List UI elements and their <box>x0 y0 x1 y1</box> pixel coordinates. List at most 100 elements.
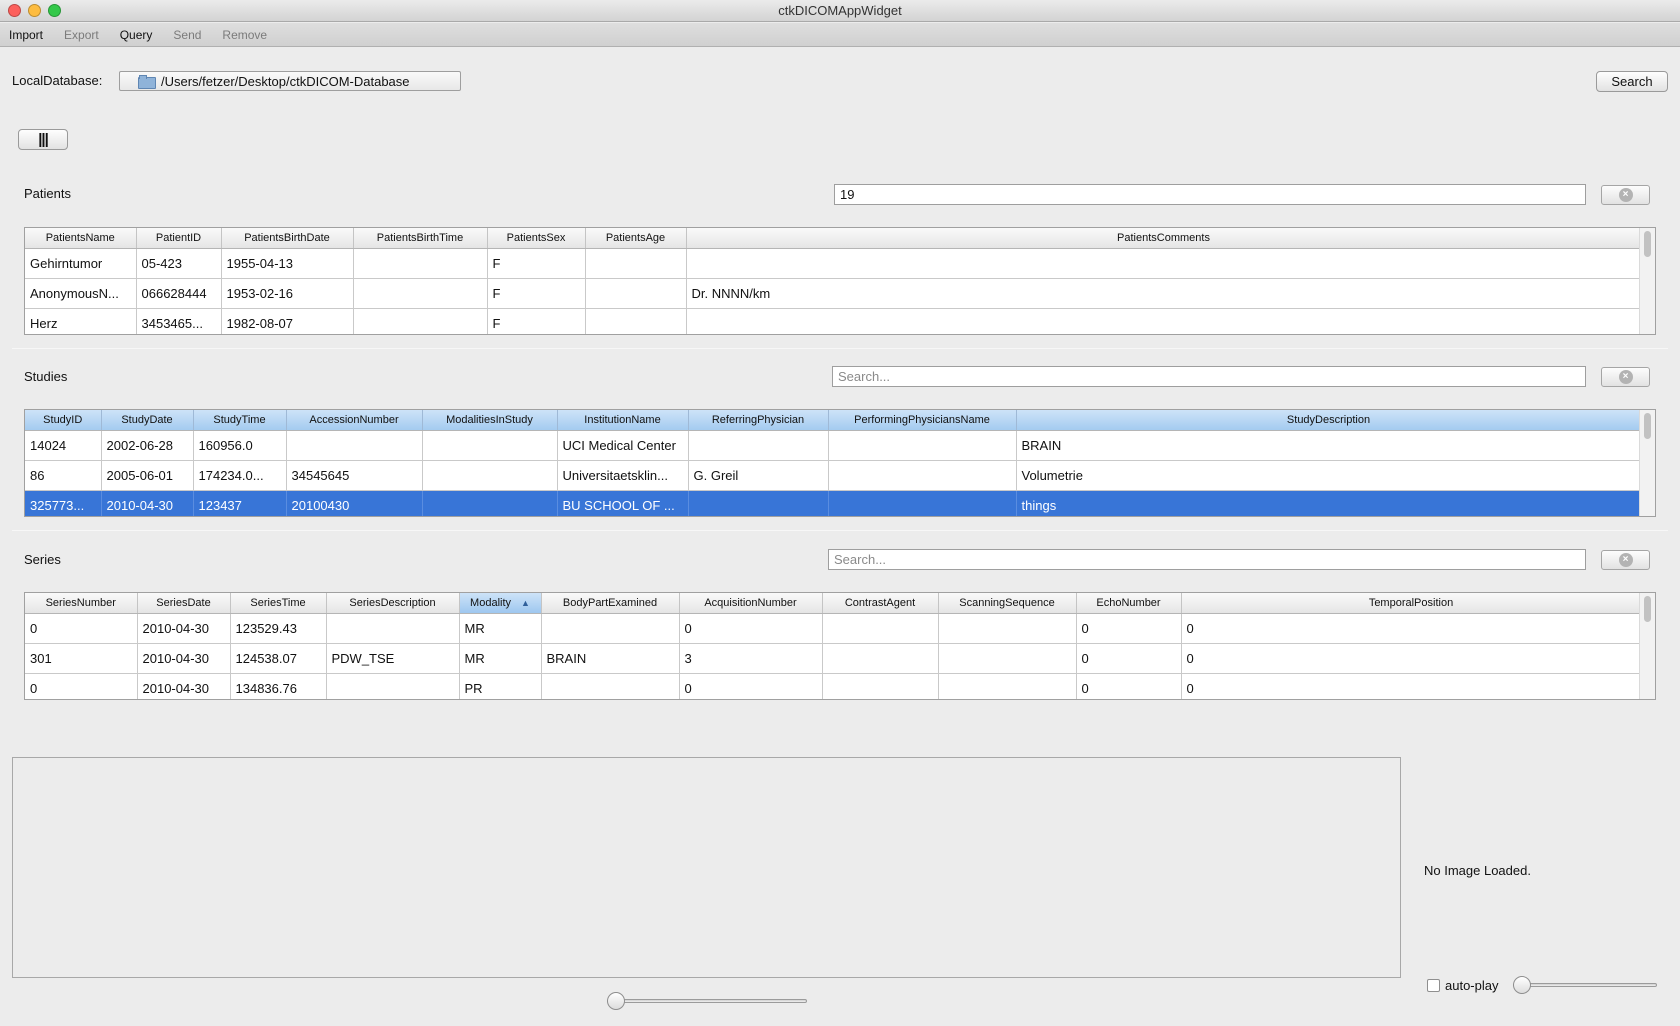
table-cell <box>541 673 680 699</box>
patients-column-header[interactable]: PatientsName <box>25 228 137 249</box>
patients-column-header[interactable]: PatientsBirthDate <box>221 228 354 249</box>
table-cell: 124538.07 <box>230 643 327 674</box>
series-column-header[interactable]: SeriesNumber <box>25 593 138 614</box>
autoplay-checkbox[interactable] <box>1427 979 1440 992</box>
studies-search-input[interactable] <box>832 366 1586 387</box>
close-window-icon[interactable] <box>8 4 21 17</box>
minimize-window-icon[interactable] <box>28 4 41 17</box>
table-cell <box>828 430 1017 461</box>
maximize-window-icon[interactable] <box>48 4 61 17</box>
series-column-header[interactable]: ContrastAgent <box>822 593 939 614</box>
studies-column-header[interactable]: StudyDescription <box>1016 410 1642 431</box>
query-button[interactable]: Query <box>120 28 153 42</box>
database-directory-button[interactable]: /Users/fetzer/Desktop/ctkDICOM-Database <box>119 71 461 91</box>
patients-column-header[interactable]: PatientsAge <box>585 228 687 249</box>
patients-table[interactable]: PatientsName PatientID PatientsBirthDate Pa… <box>24 227 1656 335</box>
patients-header-row: PatientsName PatientID PatientsBirthDate Pa… <box>25 228 1642 249</box>
series-table-row[interactable]: 301 2010-04-30 124538.07 PDW_TSE MR BRAIN 3 0 0 <box>25 643 1642 674</box>
scroll-thumb[interactable] <box>1644 413 1651 439</box>
studies-clear-button[interactable]: × <box>1601 367 1650 387</box>
studies-column-header[interactable]: StudyTime <box>193 410 287 431</box>
table-cell: 301 <box>25 643 138 674</box>
table-cell: 0 <box>679 613 823 644</box>
studies-column-header[interactable]: StudyDate <box>101 410 194 431</box>
frame-slider[interactable] <box>607 999 807 1003</box>
search-button[interactable]: Search <box>1596 71 1668 92</box>
studies-column-header[interactable]: PerformingPhysiciansName <box>828 410 1017 431</box>
series-column-header[interactable]: TemporalPosition <box>1181 593 1642 614</box>
image-viewer[interactable] <box>12 757 1401 978</box>
column-header-label: PatientsSex <box>506 231 566 244</box>
table-cell: BU SCHOOL OF ... <box>557 490 689 516</box>
table-cell: Gehirntumor <box>25 248 137 279</box>
studies-table[interactable]: StudyID StudyDate StudyTime AccessionNumber… <box>24 409 1656 517</box>
table-cell <box>585 308 687 334</box>
studies-scrollbar[interactable] <box>1639 410 1655 516</box>
patients-table-row[interactable]: AnonymousN... 066628444 1953-02-16 F Dr. NNN… <box>25 278 1642 309</box>
patients-clear-button[interactable]: × <box>1601 185 1650 205</box>
series-column-header[interactable]: SeriesTime <box>230 593 327 614</box>
studies-column-header[interactable]: InstitutionName <box>557 410 689 431</box>
table-cell <box>686 308 1642 334</box>
export-button[interactable]: Export <box>64 28 99 42</box>
table-cell: 0 <box>1181 643 1642 674</box>
send-button[interactable]: Send <box>173 28 201 42</box>
table-cell <box>688 430 829 461</box>
speed-slider-handle[interactable] <box>1513 976 1531 994</box>
speed-slider[interactable] <box>1513 983 1657 987</box>
patients-column-header[interactable]: PatientsComments <box>686 228 1642 249</box>
patients-scrollbar[interactable] <box>1639 228 1655 334</box>
studies-column-header[interactable]: AccessionNumber <box>286 410 423 431</box>
column-header-label: ReferringPhysician <box>711 413 805 426</box>
window-title: ctkDICOMAppWidget <box>778 3 902 18</box>
studies-table-row[interactable]: 14024 2002-06-28 160956.0 UCI Medical Cente… <box>25 430 1642 461</box>
table-cell: 134836.76 <box>230 673 327 699</box>
scroll-thumb[interactable] <box>1644 231 1651 257</box>
scroll-thumb[interactable] <box>1644 596 1651 622</box>
table-cell: 3 <box>679 643 823 674</box>
table-cell: MR <box>459 613 542 644</box>
remove-button[interactable]: Remove <box>222 28 267 42</box>
studies-table-row[interactable]: 86 2005-06-01 174234.0... 34545645 Universit… <box>25 460 1642 491</box>
frame-slider-handle[interactable] <box>607 992 625 1010</box>
series-scrollbar[interactable] <box>1639 593 1655 699</box>
series-clear-button[interactable]: × <box>1601 550 1650 570</box>
studies-column-header[interactable]: StudyID <box>25 410 102 431</box>
patients-table-row[interactable]: Gehirntumor 05-423 1955-04-13 F <box>25 248 1642 279</box>
studies-column-header[interactable]: ModalitiesInStudy <box>422 410 558 431</box>
series-header-row: SeriesNumber SeriesDate SeriesTime SeriesDe… <box>25 593 1642 614</box>
series-column-header[interactable]: EchoNumber <box>1076 593 1182 614</box>
patients-table-row[interactable]: Herz 3453465... 1982-08-07 F <box>25 308 1642 334</box>
series-column-header[interactable]: AcquisitionNumber <box>679 593 823 614</box>
series-column-header[interactable]: SeriesDate <box>137 593 231 614</box>
series-column-header[interactable]: ScanningSequence <box>938 593 1077 614</box>
series-column-header[interactable]: SeriesDescription <box>326 593 460 614</box>
series-column-header[interactable]: Modality ▲ <box>459 593 542 614</box>
patients-column-header[interactable]: PatientID <box>136 228 222 249</box>
separator <box>12 530 1668 531</box>
series-table[interactable]: SeriesNumber SeriesDate SeriesTime SeriesDe… <box>24 592 1656 700</box>
series-table-row[interactable]: 0 2010-04-30 123529.43 MR 0 0 0 <box>25 613 1642 644</box>
patients-column-header[interactable]: PatientsBirthTime <box>353 228 488 249</box>
table-cell: 2002-06-28 <box>101 430 194 461</box>
patients-column-header[interactable]: PatientsSex <box>487 228 586 249</box>
table-cell <box>938 673 1077 699</box>
series-table-row[interactable]: 0 2010-04-30 134836.76 PR 0 0 0 <box>25 673 1642 699</box>
table-cell <box>822 643 939 674</box>
table-cell <box>541 613 680 644</box>
table-cell <box>822 673 939 699</box>
table-cell: 1953-02-16 <box>221 278 354 309</box>
table-cell: Dr. NNNN/km <box>686 278 1642 309</box>
table-cell: 1955-04-13 <box>221 248 354 279</box>
table-cell: 0 <box>25 613 138 644</box>
table-cell <box>422 490 558 516</box>
table-cell: F <box>487 248 586 279</box>
patients-search-input[interactable] <box>834 184 1586 205</box>
studies-column-header[interactable]: ReferringPhysician <box>688 410 829 431</box>
import-button[interactable]: Import <box>9 28 43 42</box>
studies-table-row[interactable]: 325773... 2010-04-30 123437 20100430 BU SCHO… <box>25 490 1642 516</box>
series-column-header[interactable]: BodyPartExamined <box>541 593 680 614</box>
separator <box>12 348 1668 349</box>
series-search-input[interactable] <box>828 549 1586 570</box>
column-toggle-button[interactable]: ||| <box>18 129 68 150</box>
